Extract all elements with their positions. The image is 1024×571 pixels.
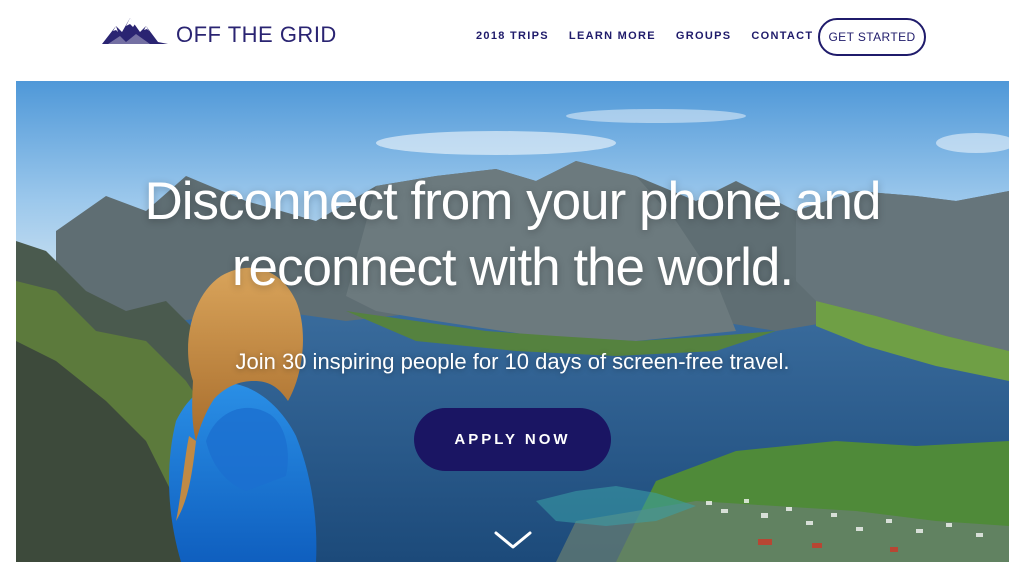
mountain-logo-icon — [102, 18, 168, 44]
hero-headline-line2: reconnect with the world. — [231, 238, 794, 297]
chevron-down-icon[interactable] — [493, 529, 533, 551]
logo-link[interactable]: OFF THE GRID — [100, 14, 337, 48]
top-navigation-bar: OFF THE GRID 2018 TRIPS LEARN MORE GROUP… — [0, 0, 1024, 80]
hero-subheadline: Join 30 inspiring people for 10 days of … — [235, 349, 790, 374]
nav-groups[interactable]: GROUPS — [676, 30, 731, 42]
get-started-button[interactable]: GET STARTED — [818, 18, 926, 56]
apply-now-button[interactable]: APPLY NOW — [414, 408, 611, 471]
nav-2018-trips[interactable]: 2018 TRIPS — [476, 30, 549, 42]
hero-landscape-image — [16, 81, 1009, 562]
logo-text: OFF THE GRID — [176, 22, 337, 47]
nav-contact[interactable]: CONTACT — [751, 30, 813, 42]
main-nav: 2018 TRIPS LEARN MORE GROUPS CONTACT — [476, 30, 813, 42]
hero-headline-line1: Disconnect from your phone and — [144, 172, 882, 231]
hero-headline: Disconnect from your phone and reconnect… — [16, 169, 1009, 301]
hero-section: Disconnect from your phone and reconnect… — [16, 81, 1009, 562]
nav-learn-more[interactable]: LEARN MORE — [569, 30, 656, 42]
